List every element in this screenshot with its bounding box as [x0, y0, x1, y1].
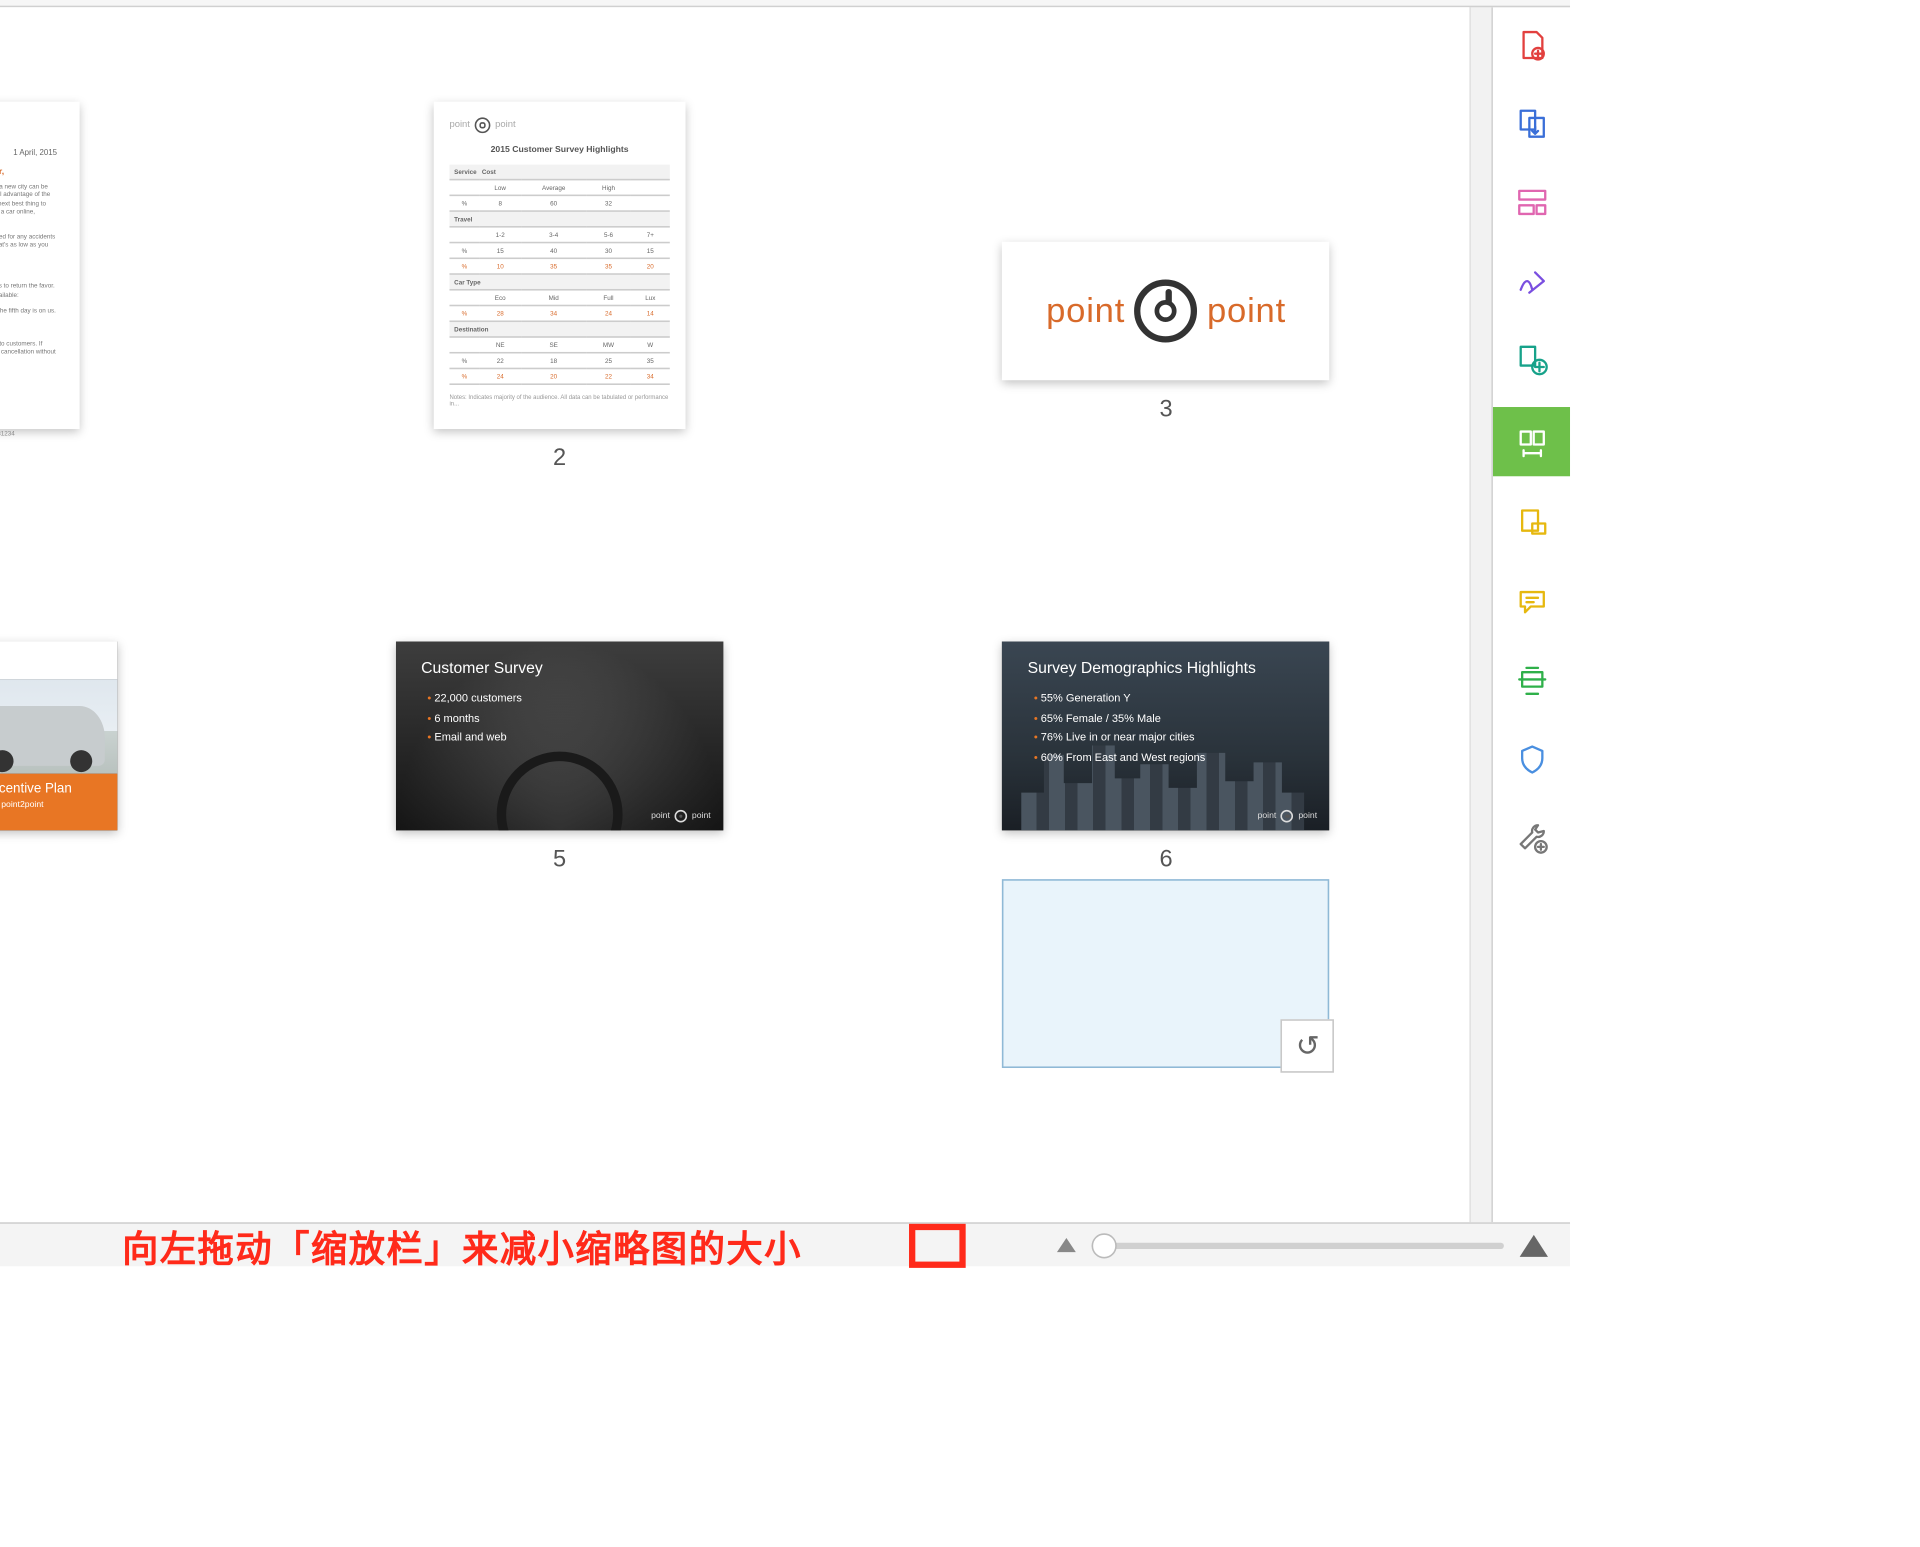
page-thumb-4[interactable]: pointpoint 2015 Customer Survey & Incent… — [0, 642, 117, 831]
annotation-highlight — [909, 1224, 966, 1268]
export-pdf-icon[interactable] — [1509, 102, 1553, 146]
sign-icon[interactable] — [1509, 259, 1553, 303]
scan-icon[interactable] — [1509, 659, 1553, 703]
page-thumb-6[interactable]: Survey Demographics Highlights 55% Gener… — [1002, 642, 1329, 831]
thumb-number: 2 — [553, 445, 566, 472]
tools-settings-icon[interactable] — [1509, 816, 1553, 860]
zoom-slider-thumb[interactable] — [1092, 1232, 1117, 1257]
combine-icon[interactable] — [1509, 338, 1553, 382]
undo-insert-icon[interactable]: ↺ — [1281, 1019, 1335, 1073]
new-page-placeholder[interactable]: ↺ — [1002, 879, 1329, 1068]
zoom-min-icon — [1057, 1238, 1076, 1252]
car-illustration — [0, 706, 104, 766]
vertical-scrollbar[interactable] — [1469, 7, 1491, 1222]
thumb-cell-4[interactable]: pointpoint 2015 Customer Survey & Incent… — [0, 642, 117, 1160]
organize-pages-icon[interactable] — [1492, 407, 1570, 476]
thumb-cell-5[interactable]: Customer Survey 22,000 customers6 months… — [396, 642, 723, 1160]
letter-date: 1 April, 2015 — [0, 149, 57, 158]
protect-icon[interactable] — [1509, 738, 1553, 782]
thumbnail-zoom-bar: 向左拖动「缩放栏」来减小缩略图的大小 — [0, 1222, 1570, 1266]
tools-rail — [1491, 7, 1570, 1222]
zoom-max-icon — [1520, 1234, 1548, 1256]
edit-pdf-icon[interactable] — [1509, 180, 1553, 224]
letter-heading: Dear Surveyed point2point Customer, — [0, 168, 57, 177]
page-thumb-1[interactable]: pointpoint 1 April, 2015 Dear Surveyed p… — [0, 102, 79, 429]
zoom-slider-track[interactable] — [1092, 1242, 1504, 1248]
organize-toolbar: 组织页面 输入页面范围▼ 提取 插入▼ 替换 拆分 更多▼ 关闭 — [0, 0, 1570, 7]
thumb-cell-1[interactable]: pointpoint 1 April, 2015 Dear Surveyed p… — [0, 102, 79, 563]
survey-table: Service Cost LowAverageHigh %86032 Trave… — [449, 165, 669, 385]
note-icon[interactable] — [1509, 580, 1553, 624]
thumb-number: 5 — [553, 846, 566, 873]
comment-tool-icon[interactable] — [1509, 501, 1553, 545]
thumb-number: 6 — [1160, 846, 1173, 873]
thumb-number: 3 — [1160, 396, 1173, 423]
steering-wheel-icon — [1135, 280, 1198, 343]
page-thumb-5[interactable]: Customer Survey 22,000 customers6 months… — [396, 642, 723, 831]
signature: J. Santiago — [0, 374, 57, 390]
steering-wheel-icon — [475, 117, 491, 133]
annotation-text: 向左拖动「缩放栏」来减小缩略图的大小 — [122, 1218, 802, 1272]
page-thumb-2[interactable]: pointpoint 2015 Customer Survey Highligh… — [434, 102, 686, 429]
page-thumb-3[interactable]: pointpoint — [1002, 242, 1329, 380]
create-pdf-icon[interactable] — [1509, 23, 1553, 67]
thumb-cell-3[interactable]: pointpoint 3 — [1002, 242, 1329, 423]
thumb-cell-6[interactable]: Survey Demographics Highlights 55% Gener… — [1002, 642, 1329, 1160]
table-title: 2015 Customer Survey Highlights — [449, 146, 669, 155]
thumb-cell-2[interactable]: pointpoint 2015 Customer Survey Highligh… — [434, 102, 686, 563]
main-area: pointpoint 1 April, 2015 Dear Surveyed p… — [0, 7, 1570, 1222]
letter-heading-2: Announcing Two new promotions — [0, 267, 57, 276]
thumbnail-grid[interactable]: pointpoint 1 April, 2015 Dear Surveyed p… — [0, 7, 1469, 1222]
